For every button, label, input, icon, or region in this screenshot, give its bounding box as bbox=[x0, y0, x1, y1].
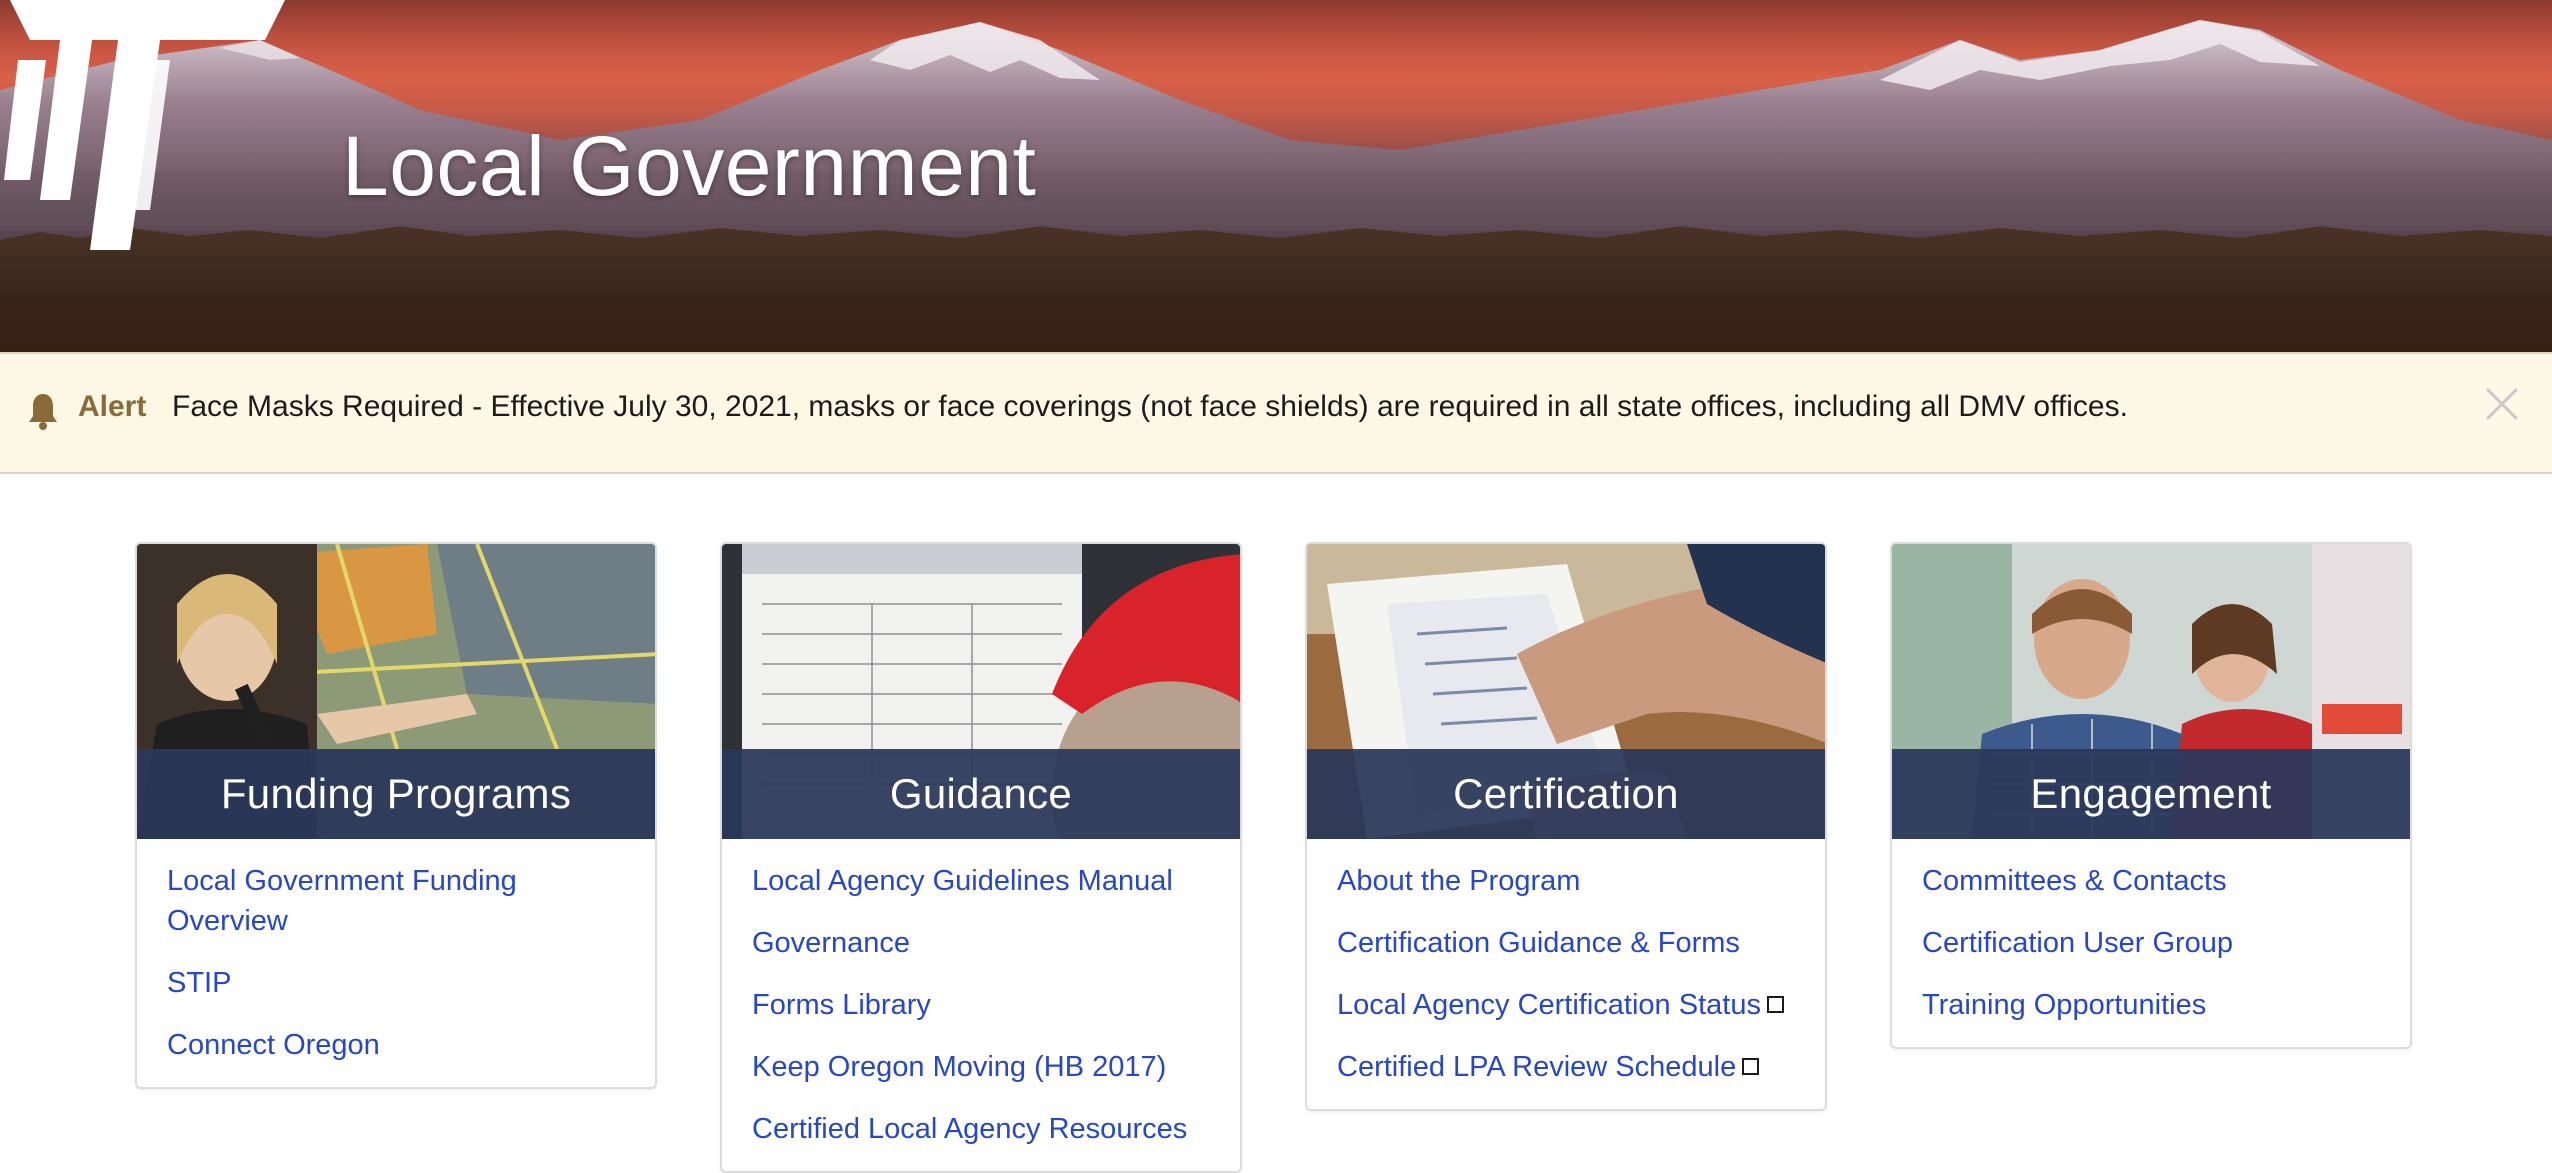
card-link-list: Local Agency Guidelines Manual Governanc… bbox=[722, 839, 1240, 1171]
list-item: Committees & Contacts bbox=[1922, 861, 2380, 901]
external-link-icon bbox=[1766, 995, 1784, 1013]
link-certification-user-group[interactable]: Certification User Group bbox=[1922, 927, 2233, 959]
link-committees-contacts[interactable]: Committees & Contacts bbox=[1922, 865, 2227, 897]
link-keep-oregon-moving[interactable]: Keep Oregon Moving (HB 2017) bbox=[752, 1051, 1166, 1083]
card-link-list: Committees & Contacts Certification User… bbox=[1892, 839, 2410, 1047]
list-item: Keep Oregon Moving (HB 2017) bbox=[752, 1047, 1210, 1087]
card-title-bar: Certification bbox=[1307, 749, 1825, 839]
close-icon[interactable] bbox=[2482, 382, 2522, 426]
card-certification: Certification About the Program Certific… bbox=[1305, 542, 1827, 1111]
page-title: Local Government bbox=[342, 119, 1037, 213]
link-certification-guidance-forms[interactable]: Certification Guidance & Forms bbox=[1337, 927, 1740, 959]
list-item: Connect Oregon bbox=[167, 1025, 625, 1065]
link-certified-local-agency-resources[interactable]: Certified Local Agency Resources bbox=[752, 1113, 1187, 1145]
odot-logo-icon[interactable] bbox=[0, 0, 285, 250]
list-item: Certified Local Agency Resources bbox=[752, 1109, 1210, 1149]
card-image-engagement: Engagement bbox=[1892, 544, 2410, 839]
link-stip[interactable]: STIP bbox=[167, 967, 231, 999]
list-item: Local Agency Guidelines Manual bbox=[752, 861, 1210, 901]
link-certified-lpa-review-schedule[interactable]: Certified LPA Review Schedule bbox=[1337, 1051, 1736, 1083]
list-item: Local Agency Certification Status bbox=[1337, 985, 1795, 1025]
list-item: Certification Guidance & Forms bbox=[1337, 923, 1795, 963]
link-forms-library[interactable]: Forms Library bbox=[752, 989, 931, 1021]
link-about-the-program[interactable]: About the Program bbox=[1337, 865, 1580, 897]
list-item: Forms Library bbox=[752, 985, 1210, 1025]
card-image-certification: Certification bbox=[1307, 544, 1825, 839]
list-item: Certification User Group bbox=[1922, 923, 2380, 963]
list-item: Governance bbox=[752, 923, 1210, 963]
card-link-list: Local Government Funding Overview STIP C… bbox=[137, 839, 655, 1087]
card-title-bar: Funding Programs bbox=[137, 749, 655, 839]
list-item: Local Government Funding Overview bbox=[167, 861, 625, 941]
external-link-icon bbox=[1742, 1057, 1760, 1075]
card-title: Guidance bbox=[889, 770, 1073, 817]
list-item: About the Program bbox=[1337, 861, 1795, 901]
card-title: Certification bbox=[1453, 770, 1679, 817]
list-item: Certified LPA Review Schedule bbox=[1337, 1047, 1795, 1087]
alert-banner: Alert Face Masks Required - Effective Ju… bbox=[0, 352, 2552, 474]
list-item: Training Opportunities bbox=[1922, 985, 2380, 1025]
hero-banner: Local Government bbox=[0, 0, 2552, 352]
link-local-agency-certification-status[interactable]: Local Agency Certification Status bbox=[1337, 989, 1761, 1021]
card-title-bar: Guidance bbox=[722, 749, 1240, 839]
card-engagement: Engagement Committees & Contacts Certifi… bbox=[1890, 542, 2412, 1049]
link-governance[interactable]: Governance bbox=[752, 927, 910, 959]
alert-label: Alert bbox=[78, 390, 147, 423]
link-training-opportunities[interactable]: Training Opportunities bbox=[1922, 989, 2206, 1021]
bell-icon bbox=[29, 394, 57, 430]
link-connect-oregon[interactable]: Connect Oregon bbox=[167, 1029, 380, 1061]
link-local-agency-guidelines-manual[interactable]: Local Agency Guidelines Manual bbox=[752, 865, 1173, 897]
card-guidance: Guidance Local Agency Guidelines Manual … bbox=[720, 542, 1242, 1173]
card-image-funding-programs: Funding Programs bbox=[137, 544, 655, 839]
card-title: Funding Programs bbox=[220, 770, 572, 817]
list-item: STIP bbox=[167, 963, 625, 1003]
card-title-bar: Engagement bbox=[1892, 749, 2410, 839]
card-image-guidance: Guidance bbox=[722, 544, 1240, 839]
card-title: Engagement bbox=[2030, 770, 2272, 817]
link-local-government-funding-overview[interactable]: Local Government Funding Overview bbox=[167, 865, 517, 937]
alert-message: Face Masks Required - Effective July 30,… bbox=[172, 390, 2128, 423]
card-funding-programs: Funding Programs Local Government Fundin… bbox=[135, 542, 657, 1089]
card-link-list: About the Program Certification Guidance… bbox=[1307, 839, 1825, 1109]
